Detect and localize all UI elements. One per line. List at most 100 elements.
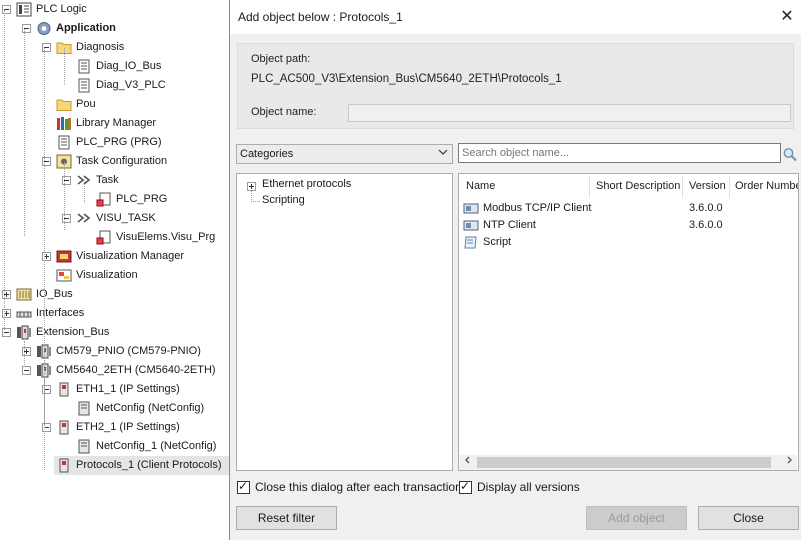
tree-item[interactable]: Visualization	[54, 266, 229, 285]
tree-item[interactable]: Task Configuration	[54, 152, 229, 171]
object-path-label: Object path:	[251, 53, 311, 65]
tree-item-label: CM5640_2ETH (CM5640-2ETH)	[56, 364, 216, 376]
program-call-icon	[96, 192, 112, 207]
category-tree[interactable]: Ethernet protocols Scripting	[236, 173, 453, 471]
display-all-versions-checkbox[interactable]	[459, 479, 472, 494]
tree-guide-line	[24, 29, 25, 236]
tree-item[interactable]: VISU_TASK	[74, 209, 229, 228]
tree-item[interactable]: Pou	[54, 95, 229, 114]
column-header-short-description[interactable]: Short Description	[596, 180, 680, 192]
scrollbar-thumb[interactable]	[477, 457, 771, 468]
visualization-icon	[56, 268, 72, 283]
close-icon[interactable]: ✕	[777, 6, 797, 28]
module-icon	[463, 201, 479, 216]
reset-filter-button[interactable]: Reset filter	[236, 506, 337, 530]
list-icon	[76, 78, 92, 93]
column-header-name[interactable]: Name	[466, 180, 495, 192]
tree-item-label: Diag_V3_PLC	[96, 79, 166, 91]
search-input[interactable]	[458, 143, 781, 163]
tree-guide-line	[64, 162, 65, 230]
tree-item[interactable]: Library Manager	[54, 114, 229, 133]
collapse-icon[interactable]	[22, 366, 31, 375]
tree-item-label: VisuElems.Visu_Prg	[116, 231, 216, 243]
object-name: Script	[483, 236, 512, 248]
interfaces-icon	[16, 306, 32, 321]
tree-item[interactable]: Diagnosis	[54, 38, 229, 57]
tree-item-label: PLC_PRG (PRG)	[76, 136, 162, 148]
dialog-titlebar[interactable]: Add object below : Protocols_1 ✕	[230, 0, 801, 34]
tree-guide-line	[251, 201, 260, 202]
tree-item[interactable]: ETH1_1 (IP Settings)	[54, 380, 229, 399]
column-header-order-number[interactable]: Order Number	[735, 180, 798, 192]
close-after-transaction-label[interactable]: Close this dialog after each transaction	[255, 480, 462, 494]
tree-item[interactable]: ETH2_1 (IP Settings)	[54, 418, 229, 437]
tree-item[interactable]: PLC_PRG	[94, 190, 229, 209]
list-icon	[76, 59, 92, 74]
tree-item-label: NetConfig (NetConfig)	[96, 402, 205, 414]
netconfig-icon	[76, 439, 92, 454]
object-name-label: Object name:	[251, 106, 317, 118]
object-name-input[interactable]	[348, 104, 791, 122]
tree-item-label: Protocols_1 (Client Protocols)	[76, 459, 222, 471]
tree-item-label: Task	[96, 174, 119, 186]
add-object-button[interactable]: Add object	[586, 506, 687, 530]
tree-item[interactable]: NetConfig (NetConfig)	[74, 399, 229, 418]
tree-item[interactable]: VisuElems.Visu_Prg	[94, 228, 229, 247]
tree-item[interactable]: Task	[74, 171, 229, 190]
scroll-right-icon[interactable]	[781, 455, 797, 470]
task-icon	[76, 211, 92, 226]
project-tree[interactable]: PLC Logic Application Diagnosis Diag_IO_Bus…	[0, 0, 229, 540]
object-list[interactable]: Name Short Description Version Order Num…	[458, 173, 799, 471]
close-button[interactable]: Close	[698, 506, 799, 530]
object-name: Modbus TCP/IP Client	[483, 202, 592, 214]
visu-manager-icon	[56, 249, 72, 264]
tree-item[interactable]: PLC Logic	[14, 0, 229, 19]
ethernet-port-icon	[56, 382, 72, 397]
search-icon[interactable]	[781, 144, 799, 164]
library-icon	[56, 116, 72, 131]
tree-guide-line	[44, 48, 45, 425]
tree-item[interactable]: Protocols_1 (Client Protocols)	[54, 456, 229, 475]
tree-item-label: IO_Bus	[36, 288, 73, 300]
horizontal-scrollbar[interactable]	[460, 455, 797, 470]
tree-item-label: Visualization	[76, 269, 138, 281]
ethernet-port-icon	[56, 458, 72, 473]
tree-item[interactable]: CM5640_2ETH (CM5640-2ETH)	[34, 361, 229, 380]
tree-item[interactable]: Diag_V3_PLC	[74, 76, 229, 95]
tree-item[interactable]: IO_Bus	[14, 285, 229, 304]
tree-item[interactable]: Extension_Bus	[14, 323, 229, 342]
module-icon	[463, 218, 479, 233]
netconfig-icon	[76, 401, 92, 416]
tree-item[interactable]: PLC_PRG (PRG)	[54, 133, 229, 152]
categories-dropdown[interactable]: Categories	[236, 144, 453, 164]
application-gear-icon	[36, 21, 52, 36]
tree-item[interactable]: NetConfig_1 (NetConfig)	[74, 437, 229, 456]
display-all-versions-label[interactable]: Display all versions	[477, 480, 580, 494]
tree-item-label: Extension_Bus	[36, 326, 110, 338]
dialog-title: Add object below : Protocols_1	[238, 10, 403, 24]
object-name: NTP Client	[483, 219, 536, 231]
object-row[interactable]: Script	[463, 234, 793, 251]
tree-item[interactable]: Visualization Manager	[54, 247, 229, 266]
tree-item-label: VISU_TASK	[96, 212, 156, 224]
tree-item-label: Diagnosis	[76, 41, 125, 53]
scroll-left-icon[interactable]	[460, 455, 476, 470]
close-after-transaction-checkbox[interactable]	[237, 479, 250, 494]
tree-item[interactable]: Interfaces	[14, 304, 229, 323]
tree-guide-line	[84, 181, 85, 203]
object-row[interactable]: Modbus TCP/IP Client 3.6.0.0	[463, 200, 793, 217]
tree-item[interactable]: Diag_IO_Bus	[74, 57, 229, 76]
tree-item[interactable]: Application	[34, 19, 229, 38]
category-item[interactable]: Ethernet protocols	[262, 178, 351, 190]
tree-item-label: Library Manager	[76, 117, 157, 129]
tree-item-label: Application	[56, 22, 116, 34]
object-row[interactable]: NTP Client 3.6.0.0	[463, 217, 793, 234]
tree-item[interactable]: CM579_PNIO (CM579-PNIO)	[34, 342, 229, 361]
object-path-panel: Object path: PLC_AC500_V3\Extension_Bus\…	[237, 43, 794, 129]
tree-item-label: Diag_IO_Bus	[96, 60, 162, 72]
tree-item-label: PLC_PRG	[116, 193, 168, 205]
io-bus-icon	[16, 287, 32, 302]
tree-guide-line	[64, 48, 65, 85]
column-header-version[interactable]: Version	[689, 180, 726, 192]
category-item[interactable]: Scripting	[262, 194, 305, 206]
